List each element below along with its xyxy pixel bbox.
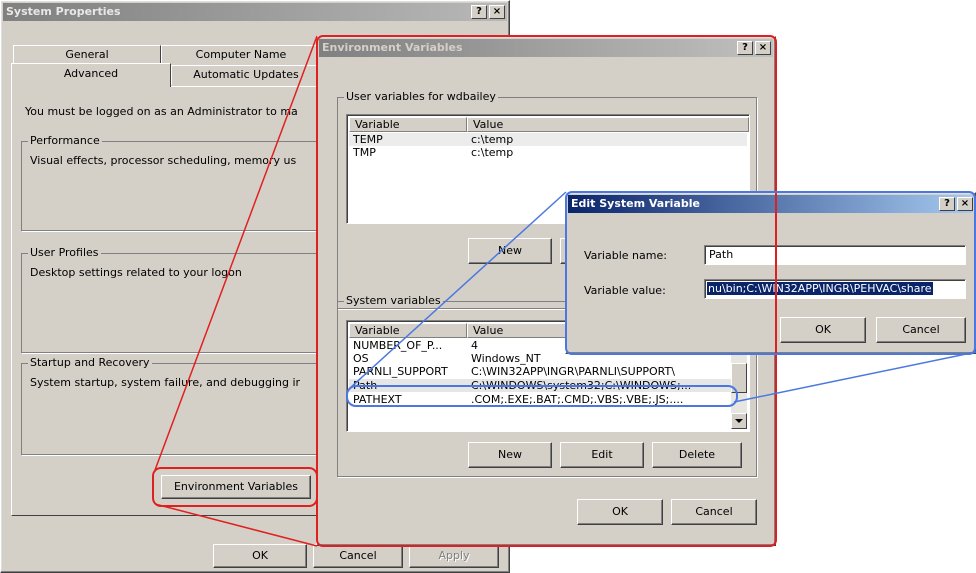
system-edit-button[interactable]: Edit	[560, 442, 644, 468]
list-item[interactable]: TMP c:\temp	[349, 146, 747, 159]
cancel-label: Cancel	[339, 549, 377, 562]
user-new-button[interactable]: New	[468, 238, 552, 264]
user-profiles-desc: Desktop settings related to your logon	[30, 266, 242, 279]
help-button[interactable]: ?	[737, 41, 753, 55]
ok-label: OK	[612, 505, 628, 518]
system-delete-button[interactable]: Delete	[652, 442, 742, 468]
tab-general[interactable]: General	[13, 45, 161, 65]
ok-label: OK	[815, 323, 831, 336]
performance-desc: Visual effects, processor scheduling, me…	[30, 154, 297, 167]
environment-variables-label: Environment Variables	[173, 480, 298, 493]
tab-label: Computer Name	[195, 48, 287, 61]
cancel-label: Cancel	[695, 505, 733, 518]
chevron-down-icon	[735, 419, 743, 423]
variable-name: NUMBER_OF_P...	[353, 339, 443, 352]
variable-name-field[interactable]: Path	[704, 245, 966, 265]
delete-label: Delete	[678, 448, 716, 461]
environment-variables-button[interactable]: Environment Variables	[161, 475, 311, 499]
tab-computer-name[interactable]: Computer Name	[161, 45, 321, 65]
variable-value: Windows_NT	[471, 352, 541, 365]
cancel-button[interactable]: Cancel	[313, 544, 403, 568]
window-title: Environment Variables	[322, 41, 463, 54]
variable-name: PATHEXT	[353, 393, 402, 406]
variable-value-field[interactable]: nu\bin;C:\WIN32APP\INGR\PEHVAC\share	[704, 279, 966, 299]
edit-ok-button[interactable]: OK	[780, 317, 866, 343]
scroll-thumb[interactable]	[731, 363, 747, 393]
header-label: Variable	[355, 324, 400, 337]
apply-label: Apply	[438, 549, 470, 562]
variable-value: c:\temp	[471, 146, 514, 159]
tab-label: Advanced	[63, 67, 119, 80]
new-label: New	[498, 448, 522, 461]
header-label: Value	[473, 118, 504, 131]
edit-label: Edit	[591, 448, 613, 461]
variable-name: Path	[353, 379, 378, 392]
system-properties-titlebar[interactable]: System Properties ? ×	[3, 3, 507, 21]
list-item[interactable]: PATHEXT .COM;.EXE;.BAT;.CMD;.VBS;.VBE;.J…	[349, 393, 747, 406]
window-title: Edit System Variable	[571, 197, 700, 210]
variable-value: C:\WIN32APP\INGR\PARNLI\SUPPORT\	[471, 365, 675, 378]
ok-button[interactable]: OK	[213, 544, 307, 568]
variable-name-label: Variable name:	[584, 249, 667, 262]
help-button[interactable]: ?	[939, 197, 955, 211]
variable-name: PARNLI_SUPPORT	[353, 365, 448, 378]
window-title: System Properties	[6, 5, 121, 18]
admin-note: You must be logged on as an Administrato…	[25, 105, 298, 118]
variable-value-label: Variable value:	[584, 284, 666, 297]
variable-value: 4	[471, 339, 478, 352]
column-header-value[interactable]: Value	[467, 117, 749, 132]
help-button[interactable]: ?	[471, 5, 487, 19]
apply-button[interactable]: Apply	[409, 544, 499, 568]
ok-label: OK	[252, 549, 268, 562]
column-header-variable[interactable]: Variable	[349, 117, 467, 132]
close-button[interactable]: ×	[755, 41, 771, 55]
close-button[interactable]: ×	[957, 197, 973, 211]
column-header-variable[interactable]: Variable	[349, 323, 467, 338]
user-variables-label: User variables for wdbailey	[344, 90, 498, 103]
env-cancel-button[interactable]: Cancel	[671, 499, 757, 525]
startup-recovery-label: Startup and Recovery	[28, 356, 152, 369]
tab-label: Automatic Updates	[193, 68, 299, 81]
variable-value-text: nu\bin;C:\WIN32APP\INGR\PEHVAC\share	[707, 282, 933, 295]
edit-cancel-button[interactable]: Cancel	[876, 317, 966, 343]
cancel-label: Cancel	[902, 323, 940, 336]
system-variables-label: System variables	[344, 294, 443, 307]
tab-advanced[interactable]: Advanced	[11, 63, 171, 87]
new-label: New	[498, 244, 522, 257]
variable-value: C:\WINDOWS\system32;C:\WINDOWS;...	[471, 379, 692, 392]
performance-label: Performance	[28, 134, 102, 147]
variable-name: TMP	[353, 146, 376, 159]
variable-name: OS	[353, 352, 369, 365]
edit-system-variable-window: Edit System Variable ? × Variable name: …	[565, 192, 976, 354]
scroll-down-arrow[interactable]	[731, 413, 747, 429]
system-new-button[interactable]: New	[468, 442, 552, 468]
variable-name: TEMP	[353, 133, 383, 146]
user-profiles-label: User Profiles	[28, 246, 101, 259]
header-label: Value	[473, 324, 504, 337]
startup-recovery-desc: System startup, system failure, and debu…	[30, 376, 301, 389]
tab-label: General	[65, 48, 109, 61]
environment-variables-titlebar[interactable]: Environment Variables ? ×	[319, 39, 773, 57]
list-item[interactable]: PARNLI_SUPPORT C:\WIN32APP\INGR\PARNLI\S…	[349, 365, 747, 378]
variable-value: c:\temp	[471, 133, 514, 146]
list-item[interactable]: TEMP c:\temp	[349, 133, 747, 146]
variable-value: .COM;.EXE;.BAT;.CMD;.VBS;.VBE;.JS;....	[471, 393, 684, 406]
edit-system-variable-titlebar[interactable]: Edit System Variable ? ×	[568, 195, 973, 213]
close-button[interactable]: ×	[489, 5, 505, 19]
env-ok-button[interactable]: OK	[577, 499, 663, 525]
list-item-selected[interactable]: Path C:\WINDOWS\system32;C:\WINDOWS;...	[349, 379, 747, 392]
tab-automatic-updates[interactable]: Automatic Updates	[171, 65, 321, 85]
header-label: Variable	[355, 118, 400, 131]
